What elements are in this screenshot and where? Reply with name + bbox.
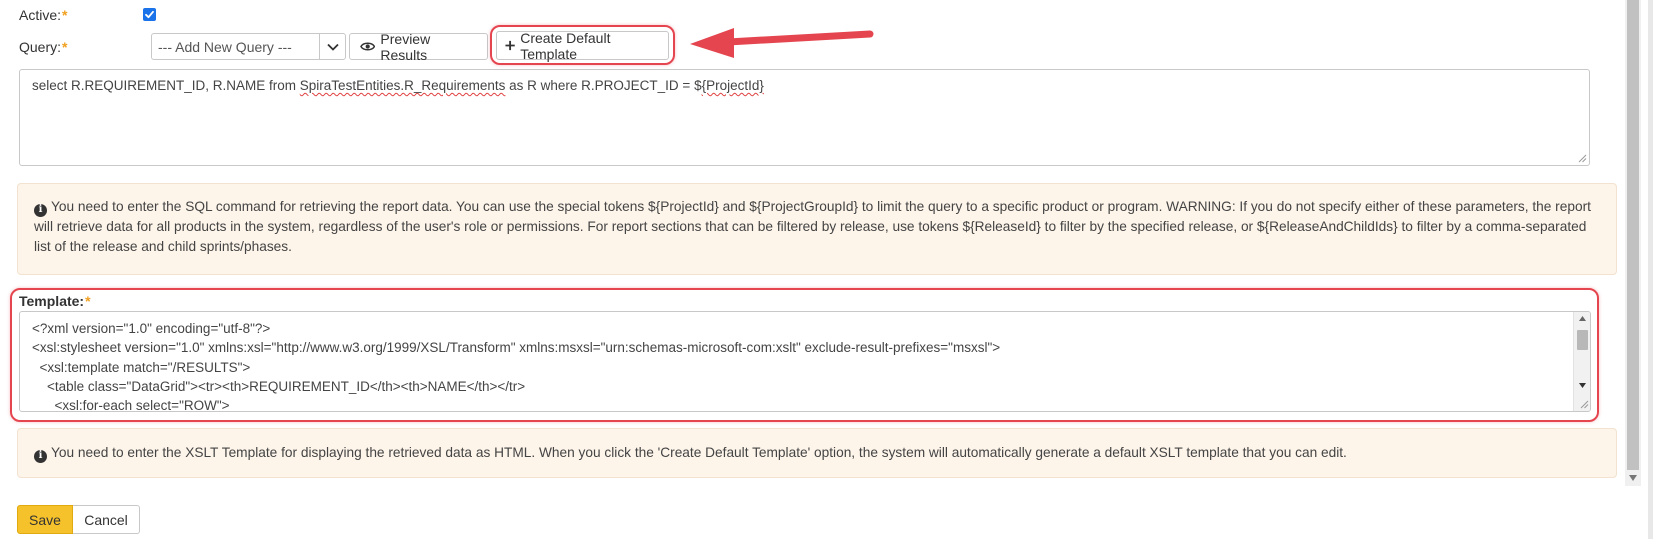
- info-circle-icon: i: [34, 203, 47, 217]
- save-button[interactable]: Save: [17, 505, 73, 534]
- template-line: <xsl:template match="/RESULTS">: [32, 359, 251, 375]
- info-circle-icon: i: [34, 449, 47, 463]
- query-help-text: You need to enter the SQL command for re…: [34, 199, 1591, 254]
- required-mark: *: [85, 293, 91, 309]
- scroll-up-icon[interactable]: [1579, 316, 1586, 321]
- active-label: Active:*: [19, 7, 68, 23]
- template-scrollbar[interactable]: [1573, 312, 1590, 411]
- window-edge: [1648, 0, 1653, 539]
- query-dropdown-toggle[interactable]: [319, 33, 346, 60]
- plus-icon: [505, 40, 515, 51]
- chevron-down-icon: [326, 43, 339, 51]
- template-line: <xsl:for-each select="ROW">: [32, 398, 230, 412]
- scroll-down-icon[interactable]: [1629, 475, 1637, 481]
- sql-query-textarea[interactable]: select R.REQUIREMENT_ID, R.NAME from Spi…: [19, 69, 1590, 166]
- scroll-down-icon[interactable]: [1579, 383, 1586, 388]
- template-textarea[interactable]: <?xml version="1.0" encoding="utf-8"?> <…: [19, 311, 1591, 412]
- template-line: <table class="DataGrid"><tr><th>REQUIREM…: [32, 378, 526, 394]
- template-help-notice: i You need to enter the XSLT Template for…: [17, 428, 1617, 478]
- query-label: Query:*: [19, 39, 68, 55]
- template-code: <?xml version="1.0" encoding="utf-8"?> <…: [20, 312, 1572, 412]
- active-checkbox[interactable]: [143, 8, 156, 21]
- required-mark: *: [62, 39, 68, 55]
- template-label: Template:*: [19, 293, 91, 309]
- required-mark: *: [62, 7, 68, 23]
- sql-token-text: {ProjectId}: [701, 78, 764, 93]
- cancel-button[interactable]: Cancel: [73, 505, 140, 534]
- scroll-thumb[interactable]: [1577, 330, 1588, 350]
- create-default-template-label: Create Default Template: [520, 29, 611, 62]
- template-help-text: You need to enter the XSLT Template for …: [51, 445, 1347, 460]
- template-line: <?xml version="1.0" encoding="utf-8"?>: [32, 321, 271, 336]
- resize-handle-icon[interactable]: [1580, 400, 1589, 409]
- query-help-notice: i You need to enter the SQL command for r…: [17, 183, 1617, 275]
- check-icon: [145, 10, 154, 19]
- page-scroll-thumb[interactable]: [1627, 0, 1639, 470]
- template-line: <xsl:stylesheet version="1.0" xmlns:xsl=…: [32, 340, 1001, 356]
- create-default-template-button[interactable]: Create Default Template: [496, 29, 669, 62]
- preview-results-label: Preview Results: [380, 30, 431, 63]
- resize-handle-icon[interactable]: [1578, 154, 1587, 163]
- eye-icon: [360, 42, 376, 51]
- page-scrollbar[interactable]: [1625, 0, 1641, 486]
- annotation-arrow: [690, 28, 874, 58]
- query-select[interactable]: --- Add New Query ---: [151, 33, 319, 60]
- preview-results-button[interactable]: Preview Results: [349, 30, 488, 63]
- sql-entity-text: SpiraTestEntities.R_Requirements: [299, 78, 506, 93]
